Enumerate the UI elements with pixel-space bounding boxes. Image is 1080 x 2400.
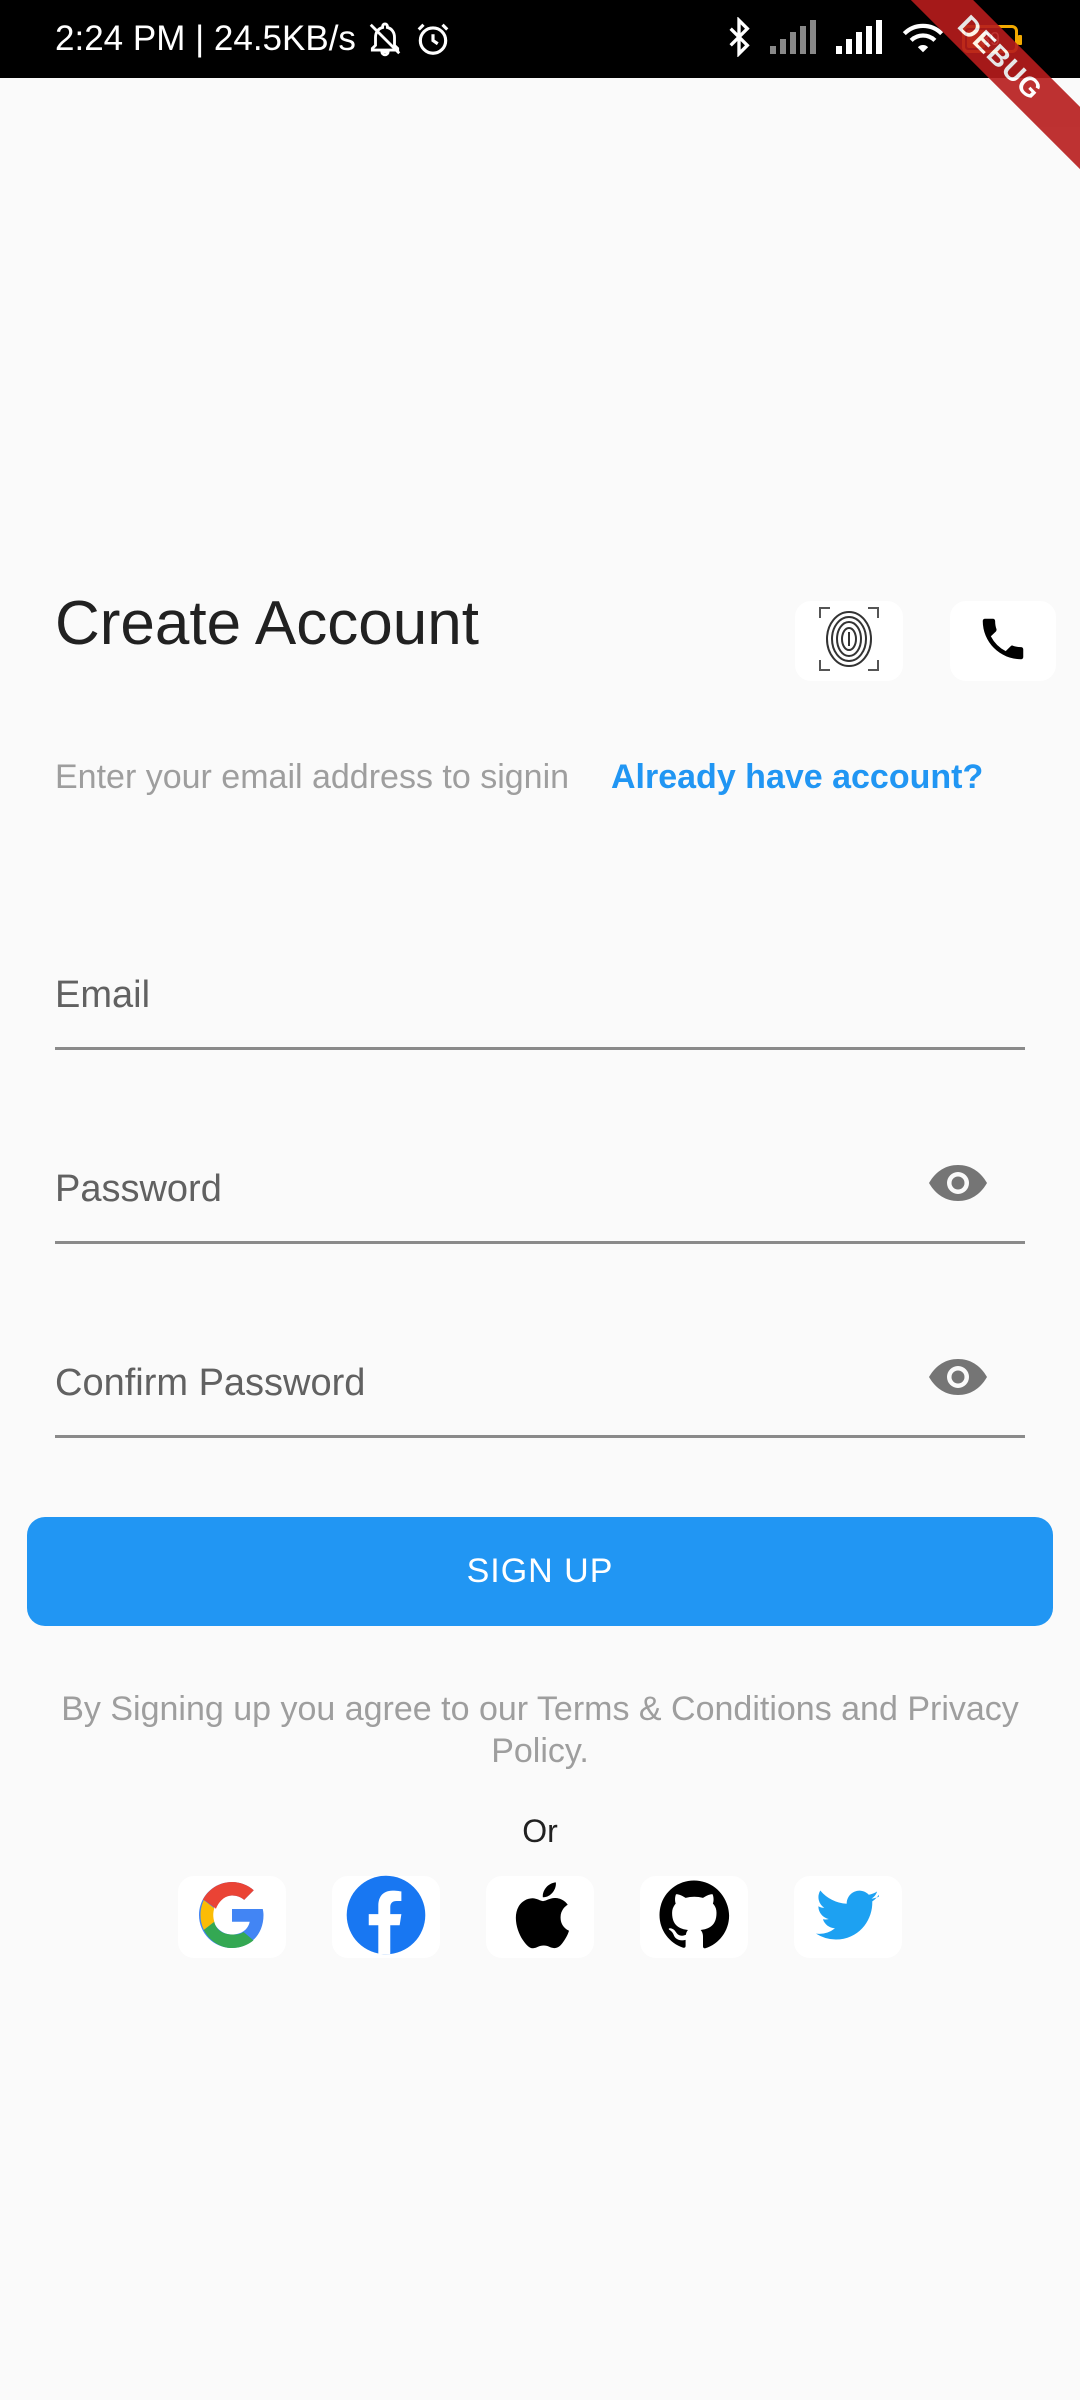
password-field-container	[55, 1136, 1025, 1244]
bluetooth-icon	[726, 15, 752, 62]
twitter-icon	[816, 1888, 880, 1947]
status-time-speed: 2:24 PM | 24.5KB/s	[55, 19, 356, 58]
facebook-button[interactable]	[332, 1874, 440, 1961]
fingerprint-icon	[816, 604, 882, 679]
status-left: 2:24 PM | 24.5KB/s	[55, 0, 452, 78]
eye-icon[interactable]	[927, 1357, 989, 1397]
github-icon	[658, 1879, 730, 1956]
sign-up-button[interactable]: SIGN UP	[27, 1517, 1053, 1626]
apple-button[interactable]	[486, 1876, 594, 1958]
signal-icon	[836, 19, 884, 59]
already-have-account-link[interactable]: Already have account?	[611, 758, 983, 797]
confirm-password-field[interactable]	[55, 1362, 875, 1405]
fingerprint-button[interactable]	[795, 601, 903, 681]
password-field[interactable]	[55, 1168, 875, 1211]
terms-text: By Signing up you agree to our Terms & C…	[61, 1690, 1019, 1770]
twitter-button[interactable]	[794, 1876, 902, 1958]
facebook-icon	[345, 1874, 427, 1961]
email-field[interactable]	[55, 974, 875, 1017]
signal-icon	[770, 19, 818, 59]
alarm-icon	[414, 20, 452, 58]
bell-muted-icon	[366, 20, 404, 58]
apple-icon	[507, 1877, 573, 1958]
phone-button[interactable]	[950, 601, 1056, 681]
email-field-container	[55, 942, 1025, 1050]
eye-icon[interactable]	[927, 1163, 989, 1203]
phone-icon	[976, 607, 1030, 676]
google-icon	[196, 1879, 268, 1956]
page-title: Create Account	[55, 589, 479, 658]
subtitle: Enter your email address to signin	[55, 758, 570, 796]
status-bar: 2:24 PM | 24.5KB/s 39	[0, 0, 1080, 78]
google-button[interactable]	[178, 1876, 286, 1958]
or-divider: Or	[522, 1813, 558, 1849]
confirm-password-field-container	[55, 1330, 1025, 1438]
github-button[interactable]	[640, 1876, 748, 1958]
